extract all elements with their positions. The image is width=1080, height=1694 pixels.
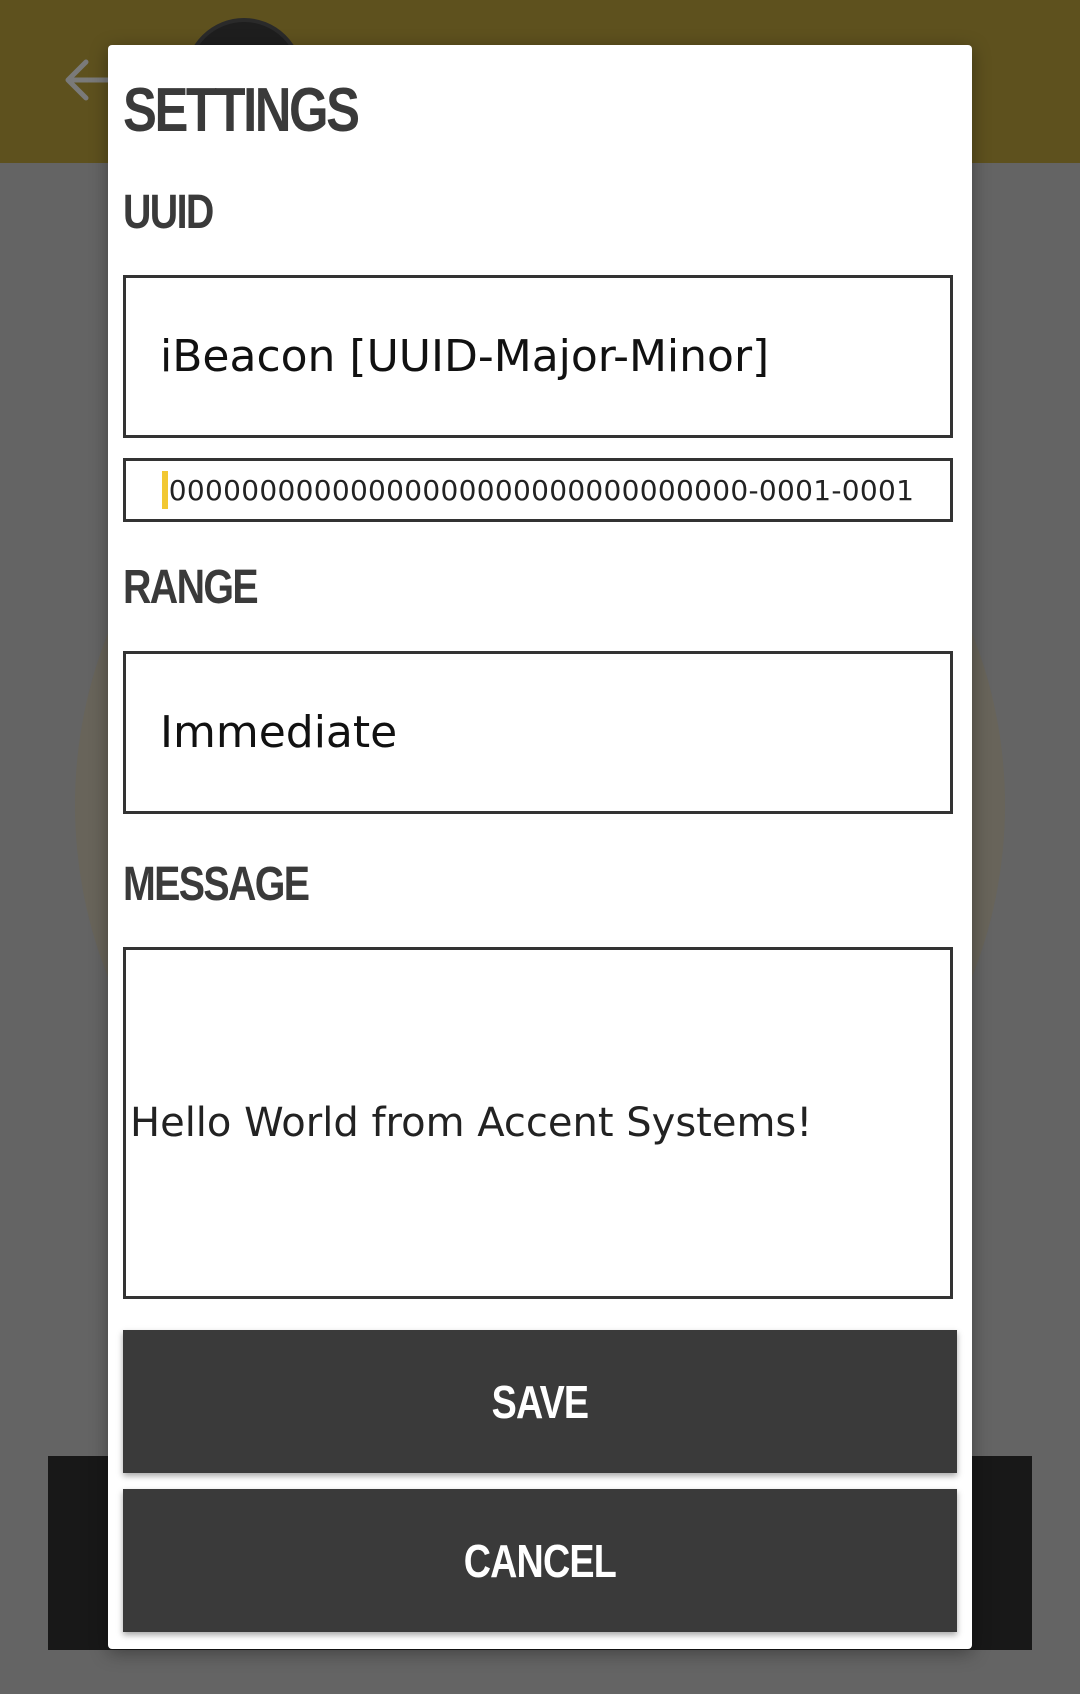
- uuid-label: UUID: [123, 186, 214, 239]
- cancel-button[interactable]: CANCEL: [123, 1489, 957, 1632]
- uuid-format-select[interactable]: iBeacon [UUID-Major-Minor]: [123, 275, 953, 438]
- text-cursor: [161, 471, 168, 509]
- cancel-button-label: CANCEL: [463, 1534, 617, 1587]
- uuid-format-value: iBeacon [UUID-Major-Minor]: [160, 331, 770, 382]
- save-button[interactable]: SAVE: [123, 1330, 957, 1473]
- uuid-input-value: 00000000000000000000000000000000-0001-00…: [168, 473, 915, 507]
- range-value: Immediate: [160, 707, 398, 758]
- dialog-title: SETTINGS: [123, 76, 360, 145]
- uuid-input[interactable]: 00000000000000000000000000000000-0001-00…: [123, 458, 953, 522]
- message-input[interactable]: Hello World from Accent Systems!: [123, 947, 953, 1299]
- save-button-label: SAVE: [491, 1375, 589, 1428]
- range-label: RANGE: [123, 561, 259, 614]
- settings-dialog: SETTINGS UUID iBeacon [UUID-Major-Minor]…: [108, 45, 972, 1649]
- range-select[interactable]: Immediate: [123, 651, 953, 814]
- message-label: MESSAGE: [123, 858, 310, 911]
- message-value: Hello World from Accent Systems!: [130, 1100, 813, 1146]
